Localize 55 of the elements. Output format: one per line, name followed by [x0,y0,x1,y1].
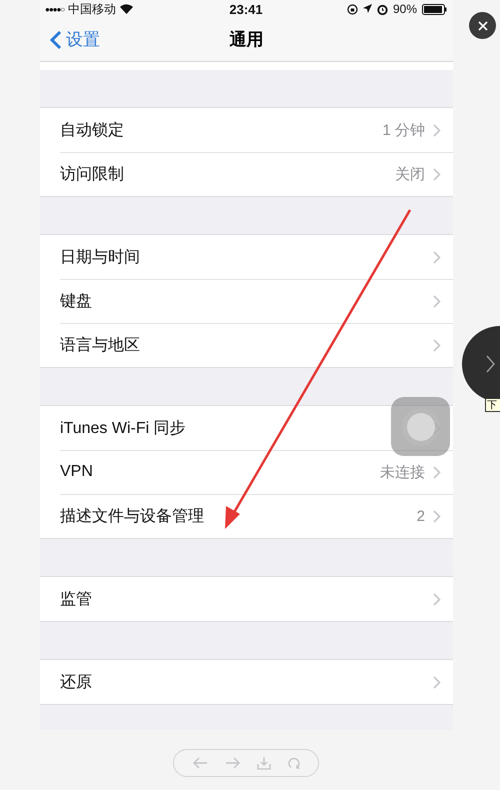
close-icon [478,20,488,30]
tooltip: 下 [485,398,500,412]
carrier-name: 中国移动 [68,0,116,18]
row-label: 描述文件与设备管理 [60,506,205,526]
settings-row[interactable]: 描述文件与设备管理 2 [40,494,453,538]
refresh-icon[interactable] [288,757,300,769]
forward-arrow-icon[interactable] [224,757,241,769]
chevron-icon [433,250,441,264]
settings-row[interactable]: 日期与时间 [40,235,453,279]
chevron-icon [433,466,441,478]
row-value: 关闭 [395,164,425,184]
row-value: 1 分钟 [382,120,425,140]
row-label: 自动锁定 [60,120,125,140]
row-label: 访问限制 [60,164,125,184]
chevron-icon [433,294,441,308]
row-label: 语言与地区 [60,336,141,356]
settings-row[interactable]: 语言与地区 [40,323,453,367]
chevron-icon [433,124,441,136]
assistive-touch-button[interactable] [391,397,450,456]
row-value: 2 [416,508,425,524]
row-label: 监管 [60,590,93,610]
chevron-icon [433,338,441,352]
location-icon [362,4,372,14]
settings-row[interactable]: 键盘 [40,279,453,323]
close-button[interactable] [469,12,496,39]
back-chevron-icon [50,30,62,50]
battery-percent: 90% [392,2,417,16]
status-time: 23:41 [229,2,263,16]
rotation-lock-icon [346,4,358,14]
row-label: VPN [60,463,94,481]
row-value: 未连接 [380,462,425,482]
row-label: 日期与时间 [60,248,141,268]
settings-row[interactable]: VPN 未连接 [40,450,453,494]
battery-icon [422,4,447,14]
settings-row[interactable]: iTunes Wi-Fi 同步 [40,406,453,450]
page-title: 通用 [230,30,264,49]
back-arrow-icon[interactable] [192,757,208,769]
chevron-icon [433,592,441,606]
back-button[interactable]: 设置 [50,28,100,51]
chevron-icon [433,168,441,180]
wifi-icon [120,4,134,14]
chevron-icon [486,355,495,373]
settings-row[interactable]: 访问限制 关闭 [40,152,453,196]
chevron-icon [433,676,441,688]
row-label: iTunes Wi-Fi 同步 [60,418,187,438]
signal-strength: ●●●●○ [45,4,64,14]
settings-row[interactable]: 自动锁定 1 分钟 [40,108,453,152]
settings-row[interactable]: 还原 [40,660,453,704]
download-icon[interactable] [257,756,272,770]
row-label: 键盘 [60,292,93,312]
chevron-icon [433,422,441,434]
chevron-icon [433,510,441,522]
alarm-icon [376,4,388,14]
settings-row[interactable]: 监管 [40,577,453,621]
row-label: 还原 [60,672,93,692]
